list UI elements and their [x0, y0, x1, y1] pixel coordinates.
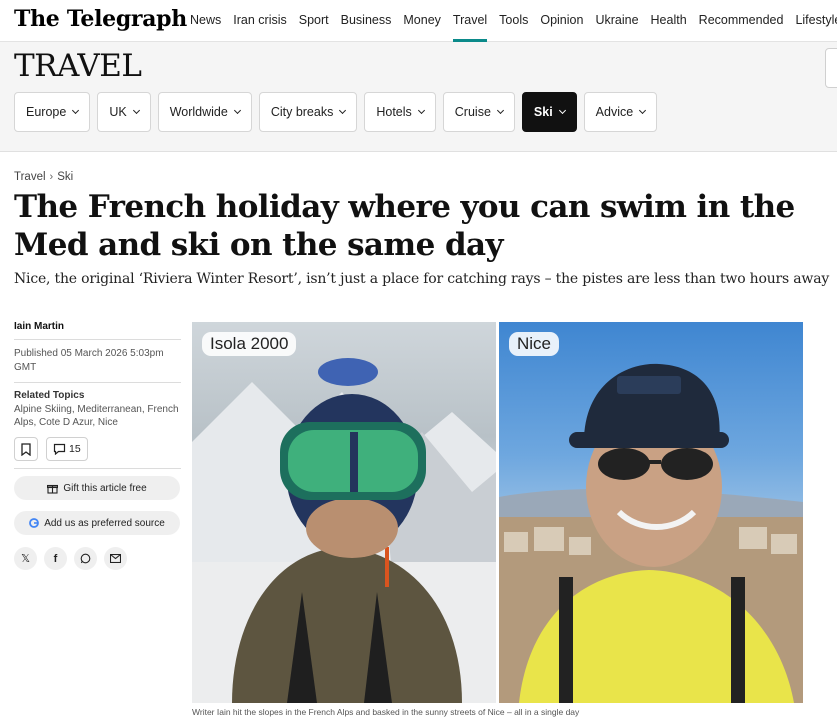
section-title[interactable]: TRAVEL [14, 48, 142, 84]
gift-icon [47, 484, 59, 494]
nav-business[interactable]: Business [335, 0, 398, 42]
subnav-label: Advice [595, 105, 634, 119]
nav-tools[interactable]: Tools [493, 0, 534, 42]
section-subnav: Europe UK Worldwide City breaks Hotels C… [14, 92, 658, 132]
google-preferred-source-button[interactable]: Add us as preferred source [14, 511, 180, 535]
section-side-control[interactable] [825, 48, 837, 88]
published-date: Published 05 March 2026 5:03pm GMT [14, 348, 164, 373]
top-navigation: The Telegraph News Iran crisis Sport Bus… [0, 0, 837, 42]
comments-button[interactable]: 15 [46, 437, 88, 461]
nav-travel[interactable]: Travel [447, 0, 493, 42]
hero-caption: Writer Iain hit the slopes in the French… [192, 707, 580, 717]
subnav-label: Hotels [376, 105, 412, 119]
article-headline: The French holiday where you can swim in… [14, 189, 795, 263]
hero-image: Isola 2000 Nice [192, 322, 803, 703]
share-facebook-button[interactable]: f [44, 547, 67, 570]
share-whatsapp-button[interactable] [74, 547, 97, 570]
share-email-button[interactable] [104, 547, 127, 570]
share-x-button[interactable]: 𝕏 [14, 547, 37, 570]
gift-article-label: Gift this article free [63, 482, 147, 494]
bookmark-icon [21, 442, 31, 456]
chevron-down-icon [233, 106, 241, 115]
google-preferred-source-label: Add us as preferred source [44, 517, 165, 529]
related-topics-list[interactable]: Alpine Skiing, Mediterranean, French Alp… [14, 403, 181, 429]
nav-money[interactable]: Money [397, 0, 447, 42]
nav-news[interactable]: News [184, 0, 227, 42]
divider [14, 468, 181, 469]
article-actions: 15 [14, 437, 181, 461]
nav-health[interactable]: Health [645, 0, 693, 42]
article-standfirst: Nice, the original ‘Riviera Winter Resor… [14, 271, 830, 287]
chevron-down-icon [72, 106, 80, 115]
subnav-ski[interactable]: Ski [521, 92, 577, 132]
nav-recommended[interactable]: Recommended [693, 0, 790, 42]
article-meta: Iain Martin Published 05 March 2026 5:03… [14, 321, 181, 570]
main-nav: News Iran crisis Sport Business Money Tr… [184, 0, 837, 42]
chevron-down-icon [339, 106, 347, 115]
subnav-label: City breaks [270, 105, 334, 119]
google-icon [29, 518, 40, 528]
skier-illustration [192, 358, 496, 703]
facebook-icon: f [53, 552, 58, 565]
whatsapp-icon [80, 553, 91, 564]
nav-iran-crisis[interactable]: Iran crisis [227, 0, 292, 42]
nice-photo: Nice [499, 322, 803, 703]
chevron-down-icon [639, 106, 647, 115]
gift-article-button[interactable]: Gift this article free [14, 476, 180, 500]
divider [14, 382, 181, 383]
subnav-label: Cruise [454, 105, 491, 119]
chevron-down-icon [558, 106, 566, 115]
author-name[interactable]: Iain Martin [14, 321, 181, 332]
skier-photo: Isola 2000 [192, 322, 496, 703]
subnav-label: Worldwide [169, 105, 228, 119]
subnav-label: Europe [26, 105, 67, 119]
subnav-city-breaks[interactable]: City breaks [258, 92, 358, 132]
nav-lifestyle[interactable]: Lifestyle [789, 0, 837, 42]
breadcrumb-ski[interactable]: Ski [57, 171, 73, 183]
x-icon: 𝕏 [21, 553, 30, 565]
related-topics-label: Related Topics [14, 390, 85, 401]
breadcrumb-separator-icon: › [49, 171, 54, 183]
breadcrumb-travel[interactable]: Travel [14, 171, 46, 183]
chevron-down-icon [132, 106, 140, 115]
section-header: TRAVEL Europe UK Worldwide City breaks H… [0, 42, 837, 152]
subnav-cruise[interactable]: Cruise [442, 92, 515, 132]
telegraph-logo[interactable]: The Telegraph [14, 6, 187, 32]
nav-sport[interactable]: Sport [293, 0, 335, 42]
subnav-worldwide[interactable]: Worldwide [157, 92, 252, 132]
email-icon [110, 554, 121, 563]
subnav-europe[interactable]: Europe [14, 92, 91, 132]
subnav-uk[interactable]: UK [97, 92, 151, 132]
comment-count: 15 [69, 443, 81, 455]
nice-illustration [499, 363, 803, 703]
share-buttons: 𝕏 f [14, 547, 181, 570]
photo-label-isola: Isola 2000 [202, 332, 297, 356]
subnav-label: Ski [533, 105, 553, 119]
breadcrumb: Travel › Ski [14, 171, 73, 183]
nav-opinion[interactable]: Opinion [534, 0, 589, 42]
nav-ukraine[interactable]: Ukraine [589, 0, 644, 42]
photo-label-nice: Nice [509, 332, 560, 356]
subnav-label: UK [109, 105, 127, 119]
subnav-advice[interactable]: Advice [583, 92, 658, 132]
chevron-down-icon [417, 106, 425, 115]
subnav-hotels[interactable]: Hotels [364, 92, 436, 132]
chevron-down-icon [496, 106, 504, 115]
divider [14, 339, 181, 340]
comment-icon [53, 443, 66, 455]
bookmark-button[interactable] [14, 437, 38, 461]
